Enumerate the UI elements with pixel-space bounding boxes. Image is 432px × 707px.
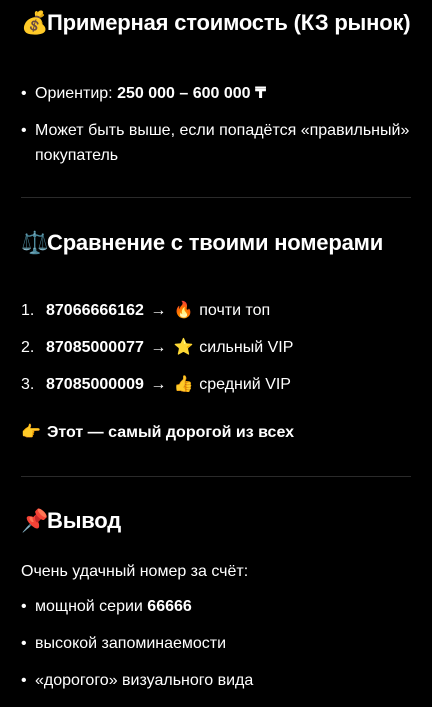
- bullet-dot: •: [21, 85, 27, 102]
- rating-label: почти топ: [199, 302, 271, 319]
- bullet-dot: •: [21, 672, 27, 689]
- list-number: 2.: [21, 339, 35, 356]
- phone-number: 87085000009: [46, 376, 144, 393]
- highlight-note: 👉 Этот — самый дорогой из всех: [21, 421, 411, 444]
- list-item: • высокой запоминаемости: [21, 633, 411, 670]
- list-item: • Может быть выше, если попадётся «прави…: [21, 118, 411, 168]
- section-heading-conclusion: 📌Вывод: [21, 506, 411, 537]
- phone-number: 87085000077: [46, 339, 144, 356]
- list-item: 3. 87085000009 → 👍 средний VIP: [21, 373, 411, 396]
- fire-icon: 🔥: [173, 300, 194, 319]
- list-item: • мощной серии 66666: [21, 596, 411, 633]
- conclusion-bullet-list: • мощной серии 66666 • высокой запоминае…: [21, 596, 411, 707]
- star-icon: ⭐: [173, 337, 194, 356]
- rating-label: средний VIP: [199, 376, 291, 393]
- section-heading-compare: ⚖️Сравнение с твоими номерами: [21, 228, 411, 259]
- rating-label: сильный VIP: [199, 339, 294, 356]
- list-item: 1. 87066666162 → 🔥 почти топ: [21, 299, 411, 322]
- price-bullet-list: • Ориентир: 250 000 – 600 000 ₸: [21, 83, 411, 105]
- section-title: Сравнение с твоими номерами: [47, 230, 384, 255]
- bullet-dot: •: [21, 635, 27, 652]
- list-number: 3.: [21, 376, 35, 393]
- pushpin-icon: 📌: [21, 509, 49, 534]
- bullet-text: высокой запоминаемости: [35, 635, 227, 652]
- bullet-text: Может быть выше, если попадётся «правиль…: [35, 122, 410, 164]
- divider: [21, 197, 411, 198]
- arrow: →: [150, 376, 167, 393]
- money-bag-icon: 💰: [21, 11, 49, 36]
- arrow: →: [150, 339, 167, 356]
- bullet-text-prefix: мощной серии: [35, 598, 148, 615]
- pointing-hand-icon: 👉: [21, 422, 41, 441]
- bullet-text-prefix: Ориентир:: [35, 85, 118, 102]
- section-heading-price: 💰Примерная стоимость (КЗ рынок): [21, 8, 411, 39]
- list-item: • Ориентир: 250 000 – 600 000 ₸: [21, 83, 411, 105]
- list-item: • «дорогого» визуального вида: [21, 670, 411, 707]
- list-number: 1.: [21, 302, 35, 319]
- arrow: →: [150, 302, 167, 319]
- series-value: 66666: [147, 598, 192, 615]
- conclusion-intro: Очень удачный номер за счёт:: [21, 563, 249, 580]
- section-title: Примерная стоимость (КЗ рынок): [47, 10, 411, 35]
- chat-message-content: 💰Примерная стоимость (КЗ рынок) • Ориент…: [0, 0, 432, 699]
- price-range-value: 250 000 – 600 000 ₸: [117, 85, 267, 102]
- bullet-text: «дорогого» визуального вида: [35, 672, 254, 689]
- phone-number: 87066666162: [46, 302, 144, 319]
- note-text: Этот — самый дорогой из всех: [47, 424, 295, 441]
- thumbs-up-icon: 👍: [173, 374, 194, 393]
- price-bullet-list-2: • Может быть выше, если попадётся «прави…: [21, 118, 411, 168]
- list-item: 2. 87085000077 → ⭐ сильный VIP: [21, 336, 411, 359]
- bullet-dot: •: [21, 598, 27, 615]
- bullet-dot: •: [21, 122, 27, 139]
- scales-icon: ⚖️: [21, 231, 49, 256]
- section-title: Вывод: [47, 508, 122, 533]
- divider: [21, 476, 411, 477]
